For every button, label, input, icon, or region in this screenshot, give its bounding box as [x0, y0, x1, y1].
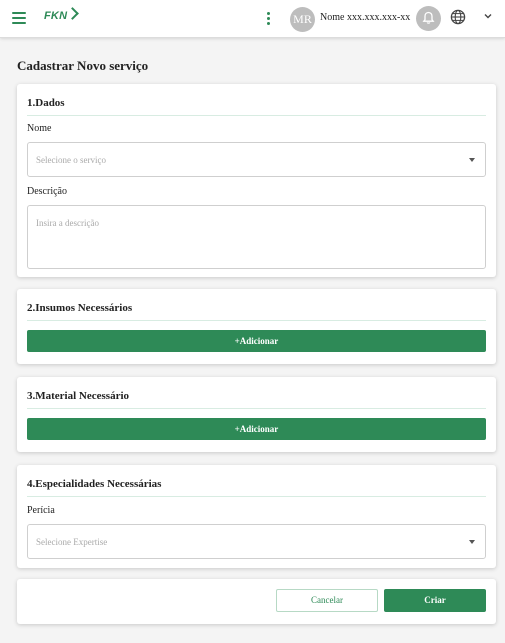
- page-title: Cadastrar Novo serviço: [17, 58, 149, 73]
- add-insumo-button[interactable]: +Adicionar: [27, 330, 486, 352]
- chevron-down-icon[interactable]: [484, 12, 492, 20]
- avatar[interactable]: MR: [290, 7, 315, 32]
- dropdown-arrow-icon: [469, 158, 475, 162]
- nome-label: Nome: [27, 123, 52, 134]
- nome-placeholder: Selecione o serviço: [36, 155, 106, 165]
- dropdown-arrow-icon: [469, 540, 475, 544]
- pericia-label: Perícia: [27, 505, 55, 516]
- nome-select[interactable]: Selecione o serviço: [27, 142, 486, 177]
- actions-bar: Cancelar Criar: [17, 579, 496, 624]
- section-divider: [27, 115, 486, 116]
- user-name[interactable]: Nome xxx.xxx.xxx-xx: [320, 12, 410, 23]
- pericia-select[interactable]: Selecione Expertise: [27, 524, 486, 559]
- section-title: 2.Insumos Necessários: [27, 302, 133, 314]
- globe-icon[interactable]: [450, 9, 466, 25]
- section-insumos: 2.Insumos Necessários +Adicionar: [17, 289, 496, 364]
- cancel-button[interactable]: Cancelar: [276, 589, 378, 612]
- more-vert-icon[interactable]: [267, 12, 271, 26]
- descricao-label: Descrição: [27, 186, 67, 197]
- logo[interactable]: FKN: [44, 7, 80, 26]
- create-button[interactable]: Criar: [384, 589, 486, 612]
- section-divider: [27, 496, 486, 497]
- section-divider: [27, 320, 486, 321]
- menu-icon[interactable]: [12, 12, 26, 24]
- add-material-button[interactable]: +Adicionar: [27, 418, 486, 440]
- section-title: 4.Especialidades Necessárias: [27, 478, 162, 490]
- notification-button[interactable]: [416, 6, 441, 31]
- descricao-placeholder: Insira a descrição: [36, 218, 99, 228]
- section-dados: 1.Dados Nome Selecione o serviço Descriç…: [17, 84, 496, 277]
- logo-text: FKN: [44, 10, 68, 22]
- top-bar: FKN MR Nome xxx.xxx.xxx-xx: [0, 0, 505, 38]
- section-title: 1.Dados: [27, 97, 65, 109]
- descricao-textarea[interactable]: Insira a descrição: [27, 205, 486, 269]
- section-divider: [27, 408, 486, 409]
- logo-chevron-icon: [66, 7, 80, 20]
- section-title: 3.Material Necessário: [27, 390, 130, 402]
- pericia-placeholder: Selecione Expertise: [36, 537, 108, 547]
- bell-icon: [422, 11, 435, 24]
- section-material: 3.Material Necessário +Adicionar: [17, 377, 496, 452]
- section-especialidades: 4.Especialidades Necessárias Perícia Sel…: [17, 465, 496, 568]
